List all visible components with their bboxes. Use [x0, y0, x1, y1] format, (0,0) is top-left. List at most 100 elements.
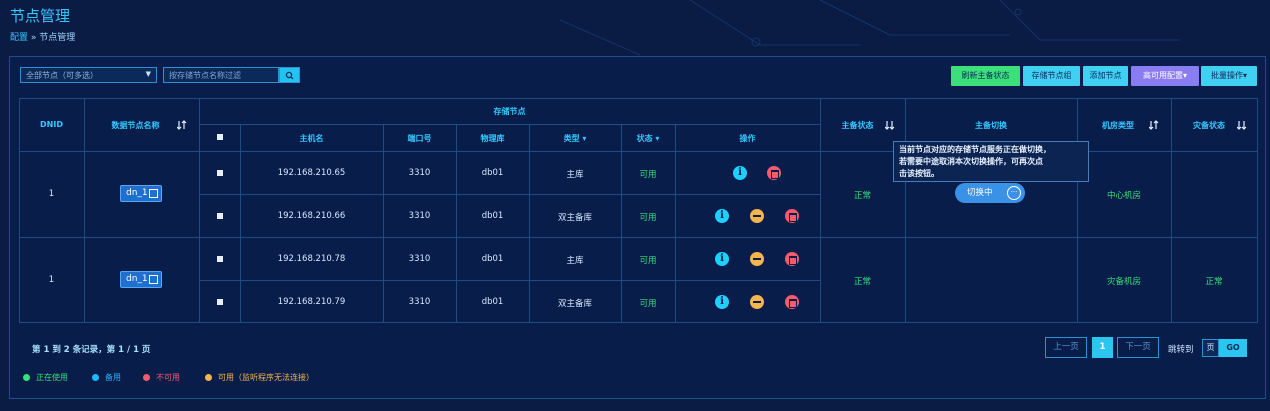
row-host: 192.168.210.66	[277, 211, 346, 221]
go-button[interactable]: GO	[1219, 339, 1247, 357]
row-host: 192.168.210.79	[277, 297, 346, 307]
delete-icon[interactable]	[767, 166, 781, 180]
row-port: 3310	[408, 168, 431, 178]
info-icon[interactable]: i	[715, 295, 729, 309]
switch-tooltip: 当前节点对应的存储节点服务正在做切换， 若需要中途取消本次切换操作，可再次点 击…	[893, 141, 1089, 182]
status-dot-icon	[143, 374, 150, 381]
page-title: 节点管理	[10, 7, 71, 25]
row-db: db01	[481, 254, 504, 264]
row-type: 双主备库	[557, 299, 592, 309]
row-checkbox[interactable]	[217, 170, 223, 176]
row-status: 可用	[639, 299, 657, 309]
info-icon[interactable]: i	[733, 166, 747, 180]
room-type: 中心机房	[1106, 191, 1141, 201]
disable-icon[interactable]	[750, 209, 764, 223]
node-filter-select[interactable]: 全部节点（可多选） ▼	[20, 67, 157, 83]
storage-node-group-button[interactable]: 存储节点组	[1023, 66, 1080, 86]
breadcrumb: 配置 » 节点管理	[10, 30, 75, 43]
info-icon[interactable]: i	[715, 252, 729, 266]
legend-item: 备用	[92, 372, 121, 383]
batch-ops-dropdown[interactable]: 批量操作▾	[1201, 66, 1257, 86]
row-type: 主库	[566, 170, 584, 180]
node-table: DNID 数据节点名称 存储节点 主机名 端口号 物理库 类型 ▾ 状态 ▾ 操…	[19, 98, 1258, 323]
row-port: 3310	[408, 254, 431, 264]
page-number-input[interactable]: 页	[1202, 339, 1219, 357]
row-status: 可用	[639, 256, 657, 266]
switching-label: 切换中	[967, 188, 993, 198]
legend-item: 正在使用	[23, 372, 68, 383]
tooltip-line: 当前节点对应的存储节点服务正在做切换，	[899, 145, 1051, 154]
next-page-button[interactable]: 下一页	[1117, 337, 1159, 358]
group-dnid: 1	[48, 189, 55, 199]
row-host: 192.168.210.65	[277, 168, 346, 178]
row-checkbox[interactable]	[217, 299, 223, 305]
row-port: 3310	[408, 211, 431, 221]
header-room-type[interactable]: 机房类型	[1077, 120, 1159, 131]
header-ms-status[interactable]: 主备状态	[820, 120, 895, 131]
page-1-button[interactable]: 1	[1092, 337, 1113, 358]
chevron-down-icon: ▼	[145, 70, 151, 78]
node-filter-value: 全部节点（可多选）	[26, 71, 98, 80]
switching-button[interactable]: 切换中 ···	[955, 183, 1025, 203]
legend-item: 不可用	[143, 372, 180, 383]
header-status[interactable]: 状态 ▾	[621, 133, 675, 144]
row-db: db01	[481, 211, 504, 221]
row-checkbox[interactable]	[217, 256, 223, 262]
select-all-checkbox[interactable]	[217, 134, 223, 140]
row-host: 192.168.210.78	[277, 254, 346, 264]
sort-icon[interactable]	[1237, 120, 1247, 130]
room-type: 灾备机房	[1106, 277, 1141, 287]
row-status: 可用	[639, 170, 657, 180]
more-icon: ···	[1007, 186, 1021, 200]
node-search-input[interactable]: 按存储节点名称过滤	[163, 67, 279, 83]
ms-status: 正常	[853, 277, 871, 287]
ha-config-dropdown[interactable]: 高可用配置▾	[1131, 66, 1199, 86]
header-dnid: DNID	[40, 120, 63, 129]
header-physical-db: 物理库	[480, 134, 505, 143]
info-icon[interactable]: i	[715, 209, 729, 223]
prev-page-button[interactable]: 上一页	[1045, 337, 1087, 358]
search-button[interactable]	[279, 67, 300, 83]
breadcrumb-parent-link[interactable]: 配置	[10, 33, 28, 43]
row-checkbox[interactable]	[217, 213, 223, 219]
header-port: 端口号	[407, 134, 432, 143]
delete-icon[interactable]	[785, 252, 799, 266]
legend-item: 可用（监听程序无法连接）	[205, 372, 314, 383]
sort-icon[interactable]	[177, 120, 187, 130]
header-dr-status[interactable]: 灾备状态	[1171, 120, 1247, 131]
tooltip-line: 击该按钮。	[899, 169, 939, 178]
delete-icon[interactable]	[785, 209, 799, 223]
row-db: db01	[481, 297, 504, 307]
header-host: 主机名	[299, 134, 324, 143]
edit-icon	[149, 189, 158, 198]
tooltip-line: 若需要中途取消本次切换操作，可再次点	[899, 157, 1043, 166]
group-dnid: 1	[48, 275, 55, 285]
breadcrumb-current: 节点管理	[39, 33, 76, 43]
dr-status: 正常	[1205, 277, 1223, 287]
row-type: 主库	[566, 256, 584, 266]
row-type: 双主备库	[557, 213, 592, 223]
refresh-ms-status-button[interactable]: 刷新主备状态	[951, 66, 1020, 86]
search-icon	[285, 71, 294, 80]
node-panel: 全部节点（可多选） ▼ 按存储节点名称过滤 刷新主备状态 存储节点组 添加节点 …	[9, 56, 1266, 399]
edit-icon	[149, 275, 158, 284]
disable-icon[interactable]	[750, 295, 764, 309]
disable-icon[interactable]	[750, 252, 764, 266]
node-name-badge[interactable]: dn_1	[120, 185, 162, 202]
sort-icon[interactable]	[885, 120, 895, 130]
header-type[interactable]: 类型 ▾	[529, 133, 621, 144]
status-dot-icon	[205, 374, 212, 381]
header-operations: 操作	[739, 134, 756, 143]
row-port: 3310	[408, 297, 431, 307]
sort-icon[interactable]	[1149, 120, 1159, 130]
header-node-name[interactable]: 数据节点名称	[84, 120, 187, 131]
breadcrumb-separator: »	[30, 33, 37, 43]
header-storage-node: 存储节点	[493, 107, 526, 116]
status-dot-icon	[23, 374, 30, 381]
status-dot-icon	[92, 374, 99, 381]
node-name-badge[interactable]: dn_1	[120, 271, 162, 288]
jump-label: 跳转到	[1168, 345, 1194, 355]
add-node-button[interactable]: 添加节点	[1083, 66, 1128, 86]
delete-icon[interactable]	[785, 295, 799, 309]
header-ms-switch: 主备切换	[975, 121, 1007, 130]
